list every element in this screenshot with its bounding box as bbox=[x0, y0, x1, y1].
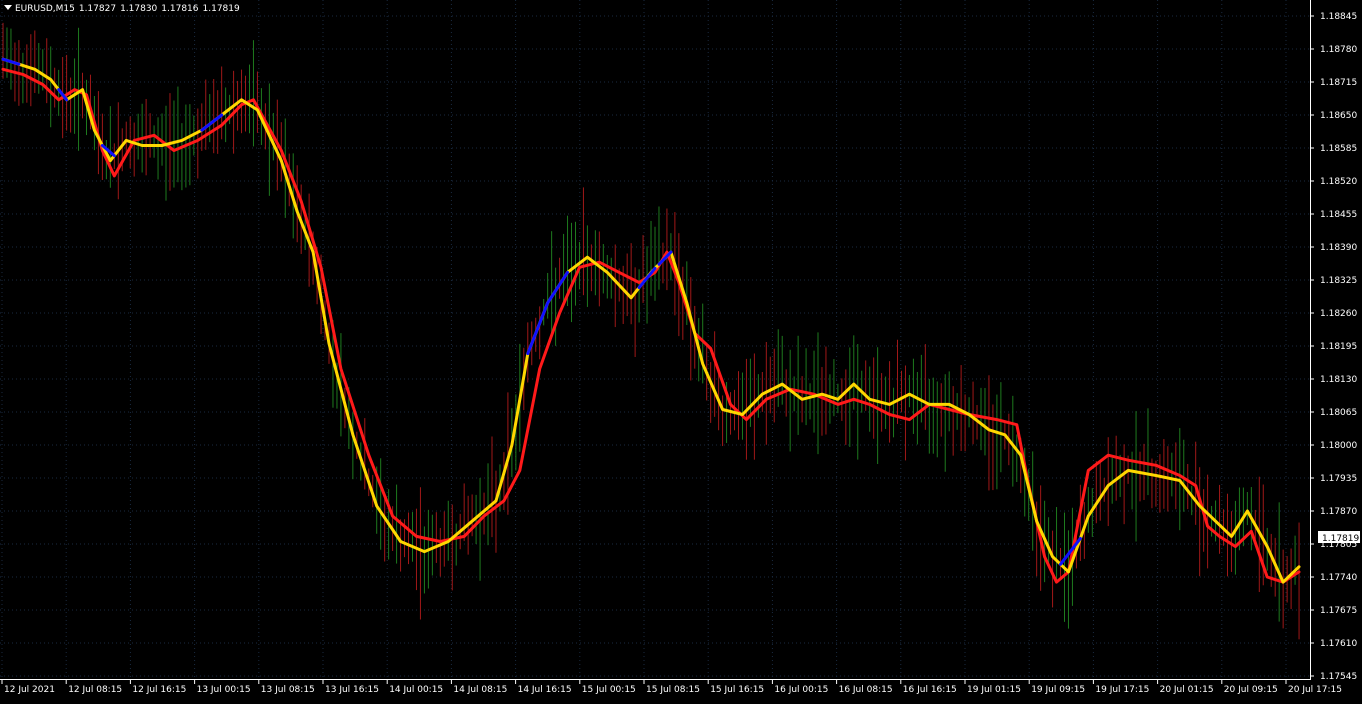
symbol-name: EURUSD,M15 bbox=[15, 4, 75, 14]
x-tick-label: 15 Jul 16:15 bbox=[710, 685, 764, 695]
x-tick-label: 13 Jul 08:15 bbox=[261, 685, 315, 695]
y-tick-label: 1.18455 bbox=[1320, 210, 1357, 220]
y-tick-label: 1.18650 bbox=[1320, 111, 1357, 121]
y-tick-label: 1.17610 bbox=[1320, 639, 1357, 649]
y-tick-label: 1.18585 bbox=[1320, 144, 1357, 154]
y-tick-label: 1.18325 bbox=[1320, 276, 1357, 286]
x-tick-label: 15 Jul 08:15 bbox=[646, 685, 700, 695]
y-tick-label: 1.17545 bbox=[1320, 672, 1357, 682]
y-axis-line bbox=[1310, 0, 1311, 680]
x-tick-label: 19 Jul 01:15 bbox=[967, 685, 1021, 695]
y-tick-label: 1.18845 bbox=[1320, 12, 1357, 22]
ohlc-open: 1.17827 bbox=[78, 4, 117, 14]
x-tick-label: 19 Jul 09:15 bbox=[1031, 685, 1085, 695]
y-tick-label: 1.18065 bbox=[1320, 408, 1357, 418]
symbol-header: EURUSD,M15 1.17827 1.17830 1.17816 1.17819 bbox=[4, 4, 244, 14]
x-tick-label: 16 Jul 08:15 bbox=[839, 685, 893, 695]
x-tick-label: 20 Jul 09:15 bbox=[1224, 685, 1278, 695]
y-tick-label: 1.18130 bbox=[1320, 375, 1357, 385]
x-axis: 12 Jul 2021 12 Jul 08:15 12 Jul 16:15 13 Ju… bbox=[1, 679, 1342, 695]
y-tick-label: 1.17675 bbox=[1320, 606, 1357, 616]
x-tick-label: 13 Jul 16:15 bbox=[325, 685, 379, 695]
x-tick-label: 12 Jul 08:15 bbox=[68, 685, 122, 695]
y-tick-label: 1.18390 bbox=[1320, 243, 1357, 253]
x-tick-label: 20 Jul 01:15 bbox=[1160, 685, 1214, 695]
x-tick-label: 14 Jul 08:15 bbox=[453, 685, 507, 695]
ohlc-high: 1.17830 bbox=[120, 4, 158, 14]
y-tick-label: 1.18780 bbox=[1320, 45, 1357, 55]
y-axis: 1.18845 1.18780 1.18715 1.18650 1.18585 1.185… bbox=[1310, 12, 1357, 682]
y-tick-label: 1.18000 bbox=[1320, 441, 1357, 451]
x-tick-label: 14 Jul 16:15 bbox=[518, 685, 572, 695]
ohlc-close: 1.17819 bbox=[202, 4, 240, 14]
dropdown-triangle-icon[interactable] bbox=[4, 5, 12, 10]
grid bbox=[0, 0, 1310, 679]
price-chart[interactable]: 1.18845 1.18780 1.18715 1.18650 1.18585 1.185… bbox=[0, 0, 1362, 700]
x-tick-label: 12 Jul 16:15 bbox=[132, 685, 186, 695]
y-tick-label: 1.18520 bbox=[1320, 177, 1357, 187]
x-tick-label: 16 Jul 16:15 bbox=[903, 685, 957, 695]
x-tick-label: 20 Jul 17:15 bbox=[1288, 685, 1342, 695]
current-price-label: 1.17819 bbox=[1322, 534, 1359, 544]
ohlc-low: 1.17816 bbox=[161, 4, 199, 14]
y-tick-label: 1.18195 bbox=[1320, 342, 1357, 352]
current-price-marker: 1.17819 bbox=[1318, 531, 1360, 544]
y-tick-label: 1.17740 bbox=[1320, 573, 1357, 583]
y-tick-label: 1.18715 bbox=[1320, 78, 1357, 88]
y-tick-label: 1.18260 bbox=[1320, 309, 1357, 319]
y-tick-label: 1.17935 bbox=[1320, 474, 1357, 484]
x-tick-label: 13 Jul 00:15 bbox=[197, 685, 251, 695]
x-tick-label: 14 Jul 00:15 bbox=[389, 685, 443, 695]
x-tick-label: 12 Jul 2021 bbox=[4, 685, 55, 695]
x-axis-line bbox=[0, 679, 1311, 680]
x-tick-label: 19 Jul 17:15 bbox=[1095, 685, 1149, 695]
chart-area[interactable]: 1.18845 1.18780 1.18715 1.18650 1.18585 1.185… bbox=[0, 0, 1362, 700]
x-tick-label: 16 Jul 00:15 bbox=[774, 685, 828, 695]
x-tick-label: 15 Jul 00:15 bbox=[582, 685, 636, 695]
y-tick-label: 1.17870 bbox=[1320, 507, 1357, 517]
